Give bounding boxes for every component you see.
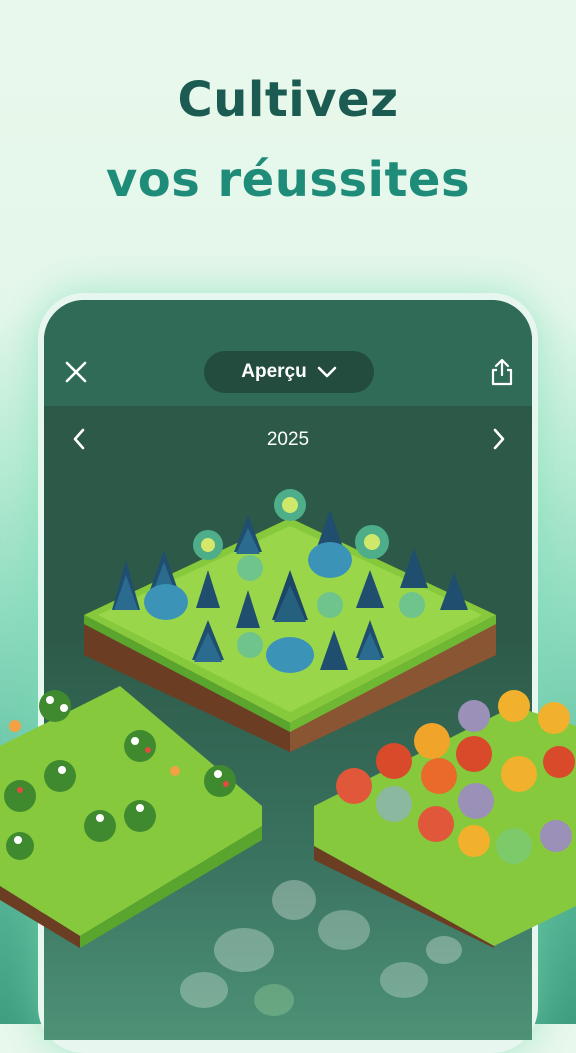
view-dropdown[interactable]: Aperçu (204, 351, 374, 393)
autumn-tree (538, 702, 570, 734)
autumn-tree (458, 700, 490, 732)
close-icon (65, 361, 87, 383)
autumn-tree (501, 756, 537, 792)
chevron-right-icon (493, 428, 505, 450)
evergreen-tree (112, 560, 140, 610)
headline-line-2: vos réussites (105, 152, 471, 208)
next-year-button[interactable] (486, 424, 512, 454)
autumn-tree (458, 783, 494, 819)
close-button[interactable] (60, 356, 92, 388)
autumn-tree (496, 828, 532, 864)
autumn-tree (458, 825, 490, 857)
autumn-tree (376, 786, 412, 822)
flower-island (0, 686, 262, 948)
share-button[interactable] (486, 354, 518, 390)
chevron-down-icon (317, 366, 337, 378)
autumn-tree (498, 690, 530, 722)
autumn-island (314, 690, 576, 948)
autumn-tree (336, 768, 372, 804)
autumn-tree (543, 746, 575, 778)
top-bar: Aperçu (44, 300, 532, 406)
autumn-tree (414, 723, 450, 759)
autumn-tree (418, 806, 454, 842)
year-navigation: 2025 (44, 410, 532, 470)
autumn-tree (421, 758, 457, 794)
autumn-tree (456, 736, 492, 772)
autumn-tree (540, 820, 572, 852)
evergreen-tree (400, 548, 428, 588)
share-icon (491, 358, 513, 386)
headline-line-1: Cultivez (177, 72, 399, 128)
year-label: 2025 (266, 429, 310, 450)
view-dropdown-label: Aperçu (241, 361, 307, 382)
autumn-tree (376, 743, 412, 779)
